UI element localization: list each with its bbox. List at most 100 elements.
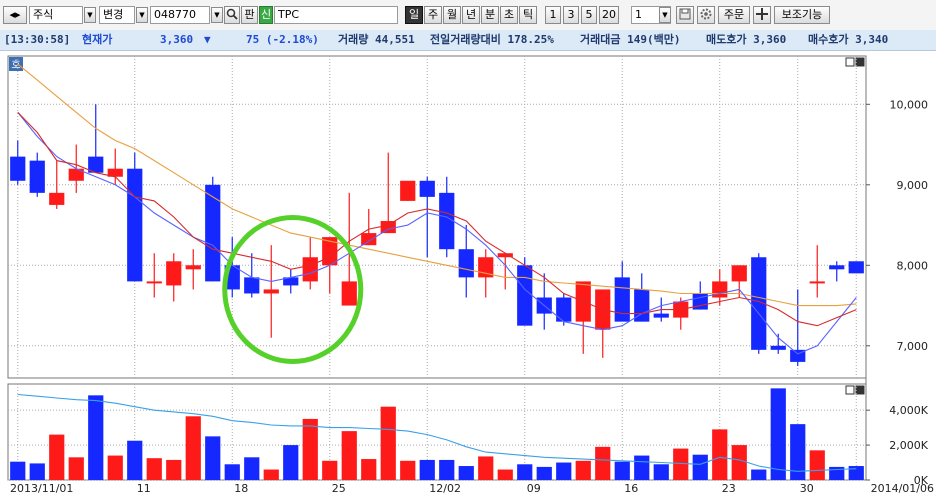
- volume-text: 거래량 44,551: [338, 33, 415, 46]
- period-button-0[interactable]: 일: [405, 6, 423, 24]
- period-button-2[interactable]: 월: [443, 6, 461, 24]
- current-price: 3,360: [160, 33, 194, 46]
- volume-tick-label: 4,000K: [889, 404, 928, 417]
- toolbar: ◂▸ 주식 ▼ 변경 ▼ 048770 ▼ 판 신 TPC 1 ▼ 주문 보조기…: [0, 0, 936, 31]
- period-button-6[interactable]: 틱: [519, 6, 537, 24]
- volume-bar: [205, 436, 221, 480]
- period-button-4[interactable]: 분: [481, 6, 499, 24]
- volume-bar: [107, 455, 123, 480]
- volume-bar: [439, 459, 455, 480]
- volume-bar: [146, 458, 162, 480]
- interval-button-1[interactable]: 3: [563, 6, 579, 24]
- crosshair-icon[interactable]: [753, 6, 771, 24]
- volume-bar: [595, 446, 611, 480]
- candle-body: [556, 297, 572, 322]
- candle-body: [517, 265, 533, 326]
- volume-bar: [614, 461, 630, 480]
- aux-function-button[interactable]: 보조기능: [774, 6, 830, 24]
- volume-bar: [458, 466, 474, 480]
- volume-tick-label: 2,000K: [889, 439, 928, 452]
- price-tick-label: 8,000: [897, 259, 929, 272]
- candle-body: [653, 313, 669, 318]
- pane-close-icon: [855, 385, 865, 395]
- price-tick-label: 9,000: [897, 179, 929, 192]
- period-button-5[interactable]: 초: [500, 6, 518, 24]
- date-tick-label: 30: [800, 482, 814, 495]
- candle-body: [302, 257, 318, 282]
- volume-bar: [29, 463, 45, 480]
- candle-body: [400, 180, 416, 201]
- volume-bar: [848, 466, 864, 480]
- code-dropdown-icon[interactable]: ▼: [211, 7, 223, 23]
- change-dropdown-icon[interactable]: ▼: [136, 7, 148, 23]
- volume-bar: [49, 434, 65, 480]
- date-tick-label: 09: [527, 482, 541, 495]
- ask-price: 매도호가 3,360: [706, 33, 787, 46]
- candle-body: [380, 221, 396, 234]
- volume-bar: [478, 456, 494, 480]
- volume-bar: [322, 460, 338, 480]
- nav-arrows-button[interactable]: ◂▸: [3, 6, 27, 24]
- candle-body: [244, 277, 260, 294]
- candle-body: [166, 261, 182, 286]
- candle-body: [458, 249, 474, 278]
- order-button[interactable]: 주문: [718, 6, 750, 24]
- candle-body: [848, 261, 864, 274]
- pan-button[interactable]: 판: [241, 6, 258, 24]
- candle-body: [731, 265, 747, 282]
- date-tick-label: 12/02: [429, 482, 461, 495]
- volume-bar: [341, 431, 357, 480]
- chart-area[interactable]: 호 10,0009,0008,0007,0004,000K2,000K0K201…: [0, 50, 936, 496]
- candle-body: [439, 192, 455, 250]
- candle-body: [29, 160, 45, 193]
- volume-bar: [380, 406, 396, 480]
- stock-name-field: TPC: [274, 6, 398, 24]
- volume-bar: [497, 469, 513, 480]
- price-tick-label: 7,000: [897, 340, 929, 353]
- candle-body: [205, 184, 221, 282]
- volume-bar: [770, 388, 786, 480]
- price-tick-label: 10,000: [890, 98, 929, 111]
- interval-button-3[interactable]: 20: [599, 6, 619, 24]
- pane-maximize-icon: [845, 57, 855, 67]
- pane-maximize-icon: [845, 385, 855, 395]
- candle-body: [185, 265, 201, 270]
- candle-body: [614, 277, 630, 322]
- volume-bar: [263, 469, 279, 480]
- market-dropdown-icon[interactable]: ▼: [84, 7, 96, 23]
- period-button-3[interactable]: 년: [462, 6, 480, 24]
- candle-body: [127, 168, 143, 282]
- volume-bar: [361, 459, 377, 480]
- gear-icon[interactable]: [697, 6, 715, 24]
- candle-body: [829, 265, 845, 270]
- price-change: 75 (-2.18%): [246, 33, 319, 46]
- candle-body: [809, 281, 825, 284]
- down-arrow-icon: ▼: [204, 33, 211, 46]
- interval-button-2[interactable]: 5: [581, 6, 597, 24]
- stock-code-input[interactable]: 048770: [150, 6, 210, 24]
- market-select[interactable]: 주식: [29, 6, 83, 24]
- candle-body: [146, 281, 162, 284]
- date-tick-label: 18: [234, 482, 248, 495]
- interval-dropdown-icon[interactable]: ▼: [659, 7, 671, 23]
- save-icon[interactable]: [676, 6, 694, 24]
- change-select[interactable]: 변경: [99, 6, 135, 24]
- volume-bar: [166, 459, 182, 480]
- candle-body: [770, 345, 786, 350]
- candle-body: [419, 180, 435, 197]
- volume-bar: [127, 440, 143, 480]
- volume-bar: [575, 460, 591, 480]
- crosshair-icon-svg: [756, 8, 768, 20]
- candle-body: [361, 233, 377, 246]
- volume-bar: [224, 464, 240, 480]
- magnifier-icon[interactable]: [224, 6, 240, 24]
- volume-bar: [809, 450, 825, 480]
- volume-bar: [68, 457, 84, 480]
- volume-bar: [692, 454, 708, 480]
- period-button-1[interactable]: 주: [424, 6, 442, 24]
- interval-button-0[interactable]: 1: [545, 6, 561, 24]
- date-tick-label: 25: [332, 482, 346, 495]
- candle-body: [49, 192, 65, 205]
- trade-amount: 거래대금 149(백만): [580, 33, 681, 46]
- volume-bar: [400, 460, 416, 480]
